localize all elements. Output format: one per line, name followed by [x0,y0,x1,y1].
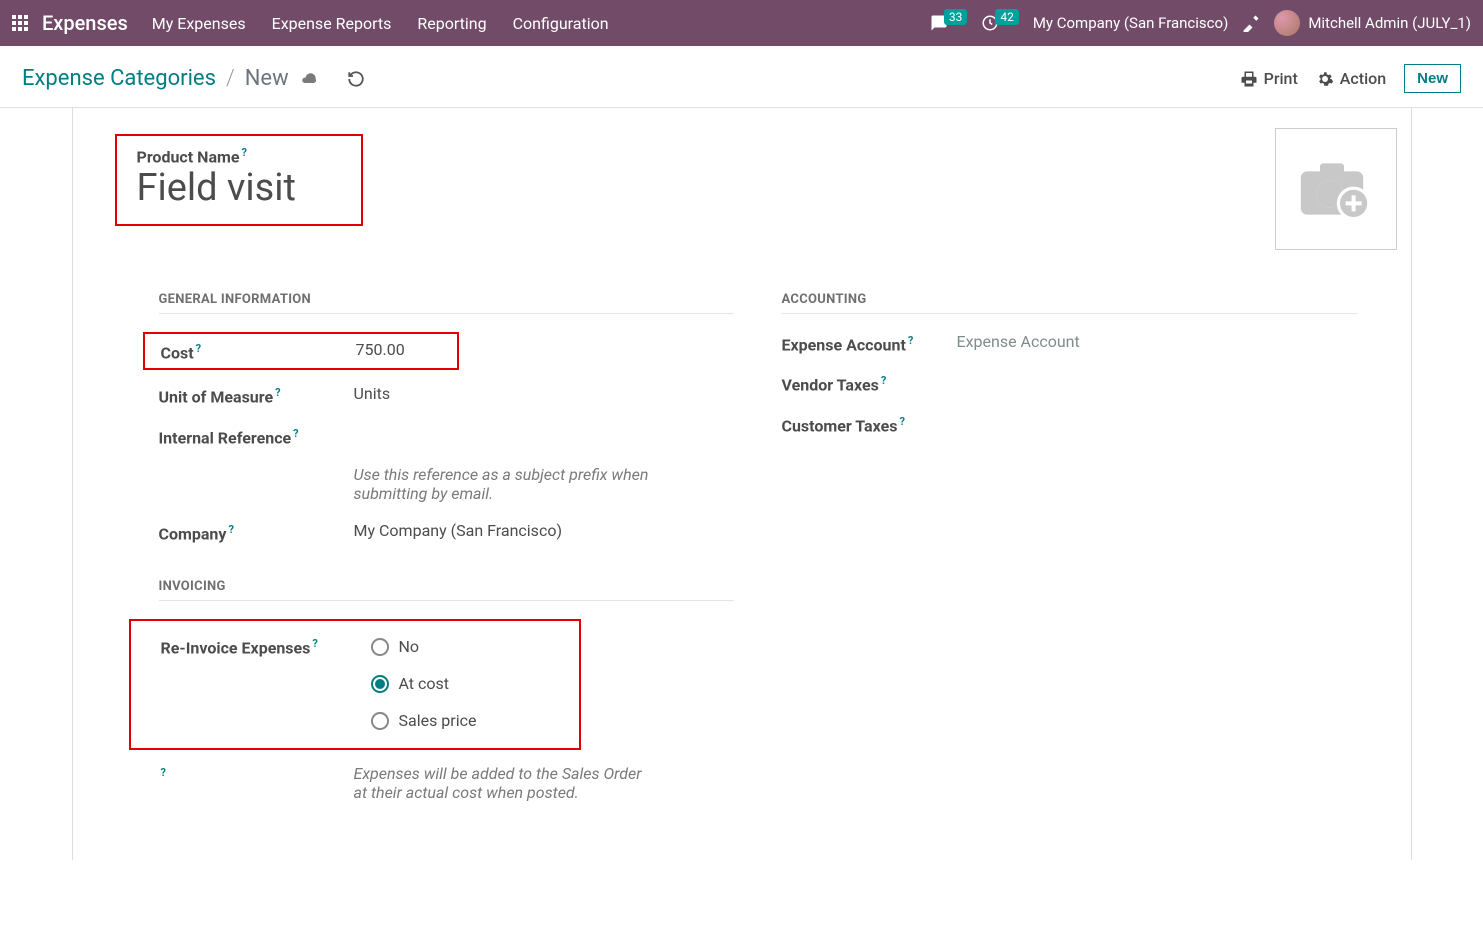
company-label: Company [159,524,227,543]
user-menu[interactable]: Mitchell Admin (JULY_1) [1274,10,1471,36]
action-button[interactable]: Action [1316,69,1386,88]
right-column: ACCOUNTING Expense Account? Expense Acco… [782,292,1357,820]
help-icon[interactable]: ? [196,342,201,355]
section-general: GENERAL INFORMATION [159,292,734,314]
help-icon[interactable]: ? [161,766,166,779]
camera-plus-icon [1296,154,1376,224]
breadcrumb-current: New [245,66,289,91]
avatar [1274,10,1300,36]
radio-icon [371,712,389,730]
radio-icon [371,675,389,693]
company-field[interactable]: My Company (San Francisco) [354,521,734,543]
help-icon[interactable]: ? [228,523,233,536]
radio-icon [371,638,389,656]
internal-ref-help: Use this reference as a subject prefix w… [354,465,654,503]
reinvoice-sales-price[interactable]: Sales price [371,711,563,730]
action-label: Action [1340,69,1386,88]
control-panel-actions: Print Action New [1240,64,1461,93]
help-icon[interactable]: ? [908,334,913,347]
nav-links: My Expenses Expense Reports Reporting Co… [152,14,930,33]
reinvoice-help: Expenses will be added to the Sales Orde… [354,764,654,802]
product-name-block: Product Name? Field visit [115,134,363,226]
nav-configuration[interactable]: Configuration [513,14,609,33]
help-icon[interactable]: ? [242,146,247,159]
print-button[interactable]: Print [1240,69,1298,88]
cost-field[interactable]: 750.00 [356,340,449,362]
user-name: Mitchell Admin (JULY_1) [1308,14,1471,32]
apps-icon[interactable] [12,15,28,31]
activities-count: 42 [995,9,1019,25]
expense-account-label: Expense Account [782,335,906,354]
control-panel: Expense Categories / New Print Action Ne… [0,46,1483,108]
reinvoice-highlight: Re-Invoice Expenses? No At cost [129,619,581,750]
help-icon[interactable]: ? [881,374,886,387]
nav-expense-reports[interactable]: Expense Reports [272,14,392,33]
cost-highlight: Cost? 750.00 [143,332,459,370]
print-label: Print [1264,69,1298,88]
discard-icon[interactable] [347,70,365,88]
section-accounting: ACCOUNTING [782,292,1357,314]
breadcrumb-sep: / [226,66,235,91]
radio-label: Sales price [399,711,477,730]
cloud-save-icon[interactable] [299,71,319,87]
uom-label: Unit of Measure [159,388,274,407]
cost-label: Cost [161,343,194,362]
messages-count: 33 [944,9,968,25]
form-sheet: Product Name? Field visit GENERAL INFORM… [72,108,1412,860]
expense-account-field[interactable]: Expense Account [957,332,1357,354]
app-brand[interactable]: Expenses [42,11,128,35]
help-icon[interactable]: ? [312,637,317,650]
gear-icon [1316,70,1334,88]
nav-reporting[interactable]: Reporting [417,14,486,33]
reinvoice-radio-group: No At cost Sales price [371,635,563,730]
activities-indicator[interactable]: 42 [981,14,1019,32]
help-icon[interactable]: ? [899,415,904,428]
radio-label: At cost [399,674,450,693]
printer-icon [1240,70,1258,88]
reinvoice-at-cost[interactable]: At cost [371,674,563,693]
product-name-field[interactable]: Field visit [137,166,341,210]
nav-right: 33 42 My Company (San Francisco) Mitchel… [930,10,1471,36]
reinvoice-no[interactable]: No [371,637,563,656]
left-column: GENERAL INFORMATION Cost? 750.00 Unit of… [159,292,734,820]
breadcrumb-root[interactable]: Expense Categories [22,66,216,91]
section-invoicing: INVOICING [159,579,734,601]
radio-label: No [399,637,420,656]
customer-taxes-label: Customer Taxes [782,416,898,435]
company-switcher[interactable]: My Company (San Francisco) [1033,14,1228,32]
breadcrumb: Expense Categories / New [22,66,365,91]
reinvoice-label: Re-Invoice Expenses [161,639,311,658]
product-name-label: Product Name [137,147,240,166]
messages-indicator[interactable]: 33 [930,14,968,32]
new-button[interactable]: New [1404,64,1461,93]
help-icon[interactable]: ? [275,386,280,399]
customer-taxes-field[interactable] [957,413,1357,435]
navbar: Expenses My Expenses Expense Reports Rep… [0,0,1483,46]
help-icon[interactable]: ? [293,427,298,440]
uom-field[interactable]: Units [354,384,734,406]
internal-ref-label: Internal Reference [159,428,292,447]
vendor-taxes-label: Vendor Taxes [782,376,879,395]
vendor-taxes-field[interactable] [957,372,1357,394]
internal-ref-field[interactable] [354,425,734,447]
nav-my-expenses[interactable]: My Expenses [152,14,246,33]
wrench-icon[interactable] [1242,14,1260,32]
image-upload[interactable] [1275,128,1397,250]
